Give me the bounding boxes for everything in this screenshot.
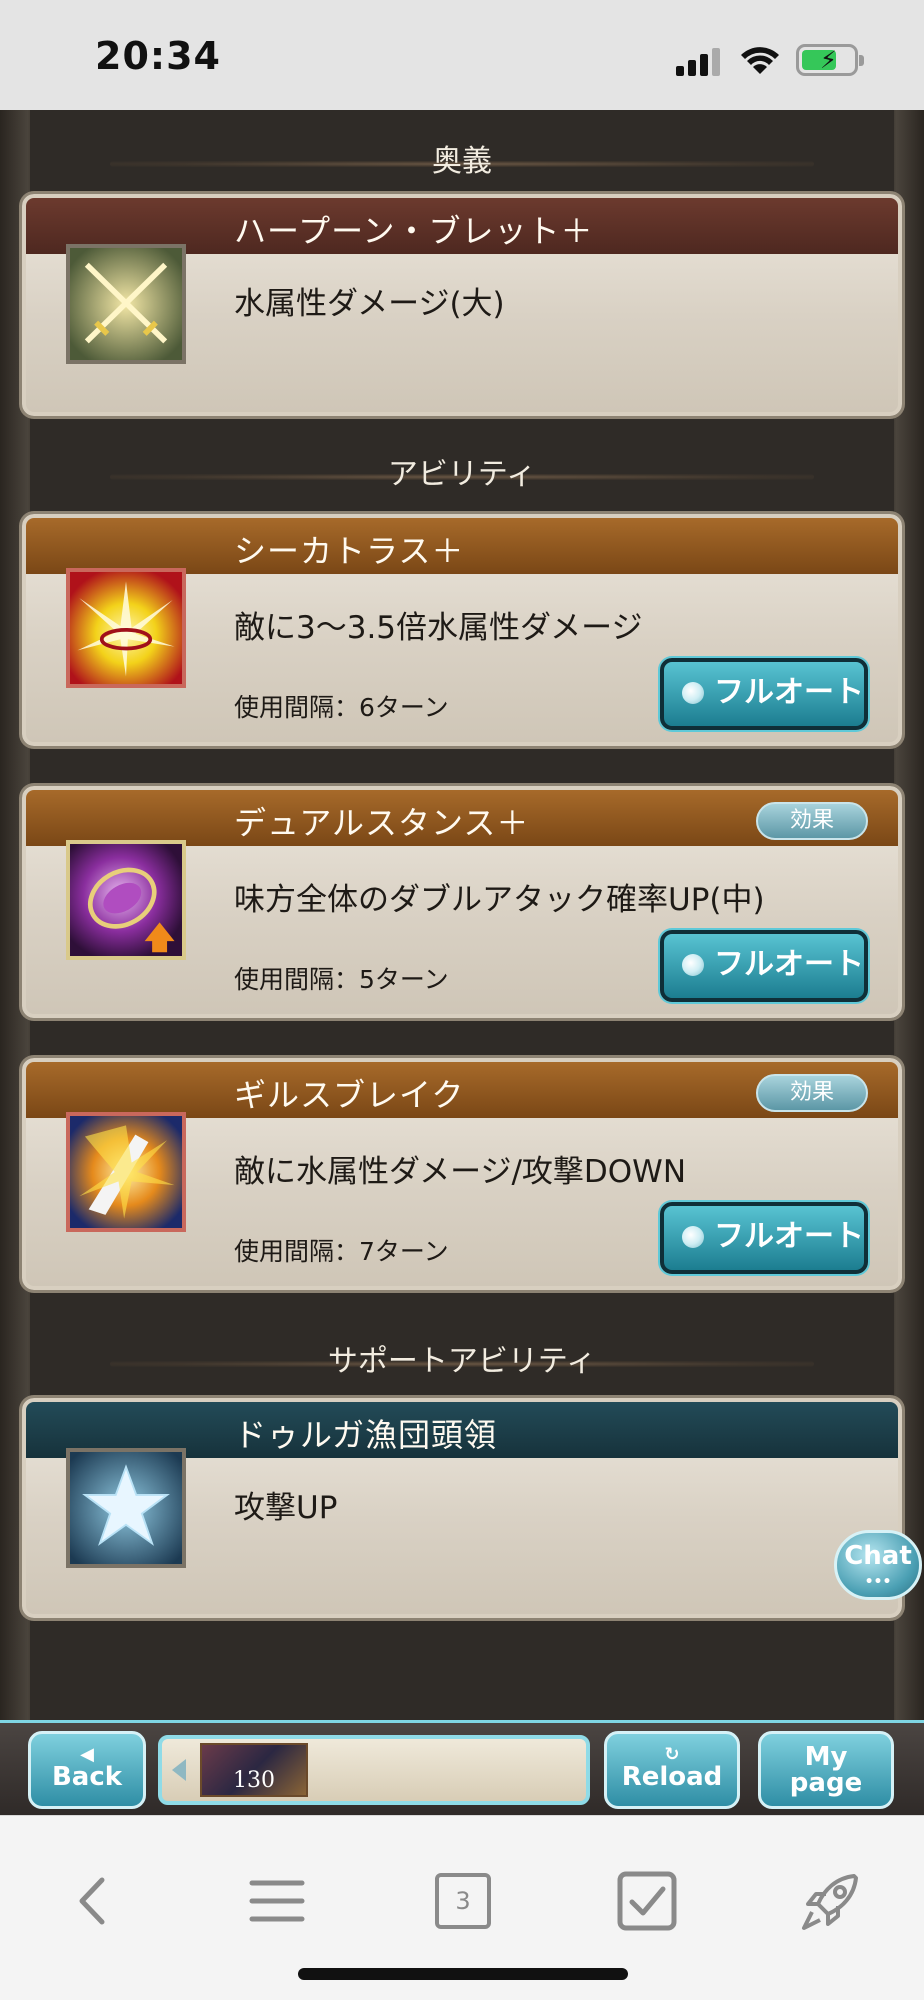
- quest-banner[interactable]: 130: [158, 1735, 590, 1805]
- fullauto-button[interactable]: フルオート: [660, 930, 868, 1002]
- battery-charging-icon: ⚡: [796, 44, 864, 76]
- cellular-signal-icon: [676, 46, 724, 76]
- ability-interval: 使用間隔：5ターン: [234, 965, 449, 994]
- ability-description: 味方全体のダブルアタック確率UP(中): [234, 882, 765, 918]
- ability-interval: 使用間隔：7ターン: [234, 1237, 449, 1266]
- support-ability-card[interactable]: ドゥルガ漁団頭領 攻撃UP: [22, 1398, 902, 1618]
- section-title-ougi: 奥義: [0, 140, 924, 184]
- back-button[interactable]: ◀ Back: [28, 1731, 146, 1809]
- chat-button[interactable]: Chat •••: [834, 1530, 922, 1600]
- back-chevron-icon[interactable]: [58, 1866, 128, 1936]
- fullauto-button[interactable]: フルオート: [660, 1202, 868, 1274]
- tabs-icon: 3: [435, 1873, 491, 1929]
- ougi-description: 水属性ダメージ(大): [234, 286, 505, 322]
- section-title-ability: アビリティ: [0, 453, 924, 497]
- ability-name: デュアルスタンス＋: [234, 804, 530, 842]
- toggle-dot-icon: [682, 954, 704, 976]
- game-nav-bar: ◀ Back 130 ↻ Reload My page: [0, 1720, 924, 1815]
- ellipsis-icon: •••: [864, 1574, 892, 1590]
- wifi-icon: [741, 47, 779, 74]
- ability-interval: 使用間隔：6ターン: [234, 693, 449, 722]
- support-ability-name: ドゥルガ漁団頭領: [234, 1416, 498, 1454]
- rocket-icon[interactable]: [796, 1866, 866, 1936]
- break-strike-icon: [66, 1112, 186, 1232]
- dual-stance-icon: [66, 840, 186, 960]
- ability-description: 敵に水属性ダメージ/攻撃DOWN: [234, 1154, 687, 1190]
- tabs-button[interactable]: 3: [428, 1866, 498, 1936]
- section-title-support: サポートアビリティ: [0, 1340, 924, 1384]
- home-indicator: [298, 1968, 628, 1980]
- ougi-card[interactable]: ハープーン・ブレット＋ 水属性ダメージ(大): [22, 194, 902, 416]
- ability-description: 敵に3〜3.5倍水属性ダメージ: [234, 610, 643, 646]
- toggle-dot-icon: [682, 682, 704, 704]
- ability-name: シーカトラス＋: [234, 532, 465, 570]
- mypage-button[interactable]: My page: [758, 1731, 894, 1809]
- left-arrow-icon[interactable]: [172, 1759, 186, 1781]
- status-bar: 20:34 ⚡: [0, 0, 924, 110]
- ability-card-3[interactable]: ギルスブレイク 効果 敵に水属性ダメージ/攻撃DOWN 使用間隔：7ターン フル…: [22, 1058, 902, 1290]
- ability-card-2[interactable]: デュアルスタンス＋ 効果 味方全体のダブルアタック確率UP(中) 使用間隔：5タ…: [22, 786, 902, 1018]
- menu-icon[interactable]: [242, 1866, 312, 1936]
- crossed-swords-icon: [66, 244, 186, 364]
- star-icon: [66, 1448, 186, 1568]
- game-content: 奥義 ハープーン・ブレット＋ 水属性ダメージ(大) アビリティ シーカトラス＋ …: [0, 110, 924, 1720]
- fullauto-button[interactable]: フルオート: [660, 658, 868, 730]
- support-ability-description: 攻撃UP: [234, 1490, 338, 1526]
- event-thumbnail[interactable]: 130: [200, 1743, 308, 1797]
- effect-badge[interactable]: 効果: [756, 1074, 868, 1112]
- checkbox-icon[interactable]: [612, 1866, 682, 1936]
- reload-button[interactable]: ↻ Reload: [604, 1731, 740, 1809]
- effect-badge[interactable]: 効果: [756, 802, 868, 840]
- ougi-name: ハープーン・ブレット＋: [234, 212, 594, 250]
- slash-burst-icon: [66, 568, 186, 688]
- status-time: 20:34: [95, 34, 221, 78]
- ability-name: ギルスブレイク: [234, 1076, 465, 1114]
- ability-card-1[interactable]: シーカトラス＋ 敵に3〜3.5倍水属性ダメージ 使用間隔：6ターン フルオート: [22, 514, 902, 746]
- toggle-dot-icon: [682, 1226, 704, 1248]
